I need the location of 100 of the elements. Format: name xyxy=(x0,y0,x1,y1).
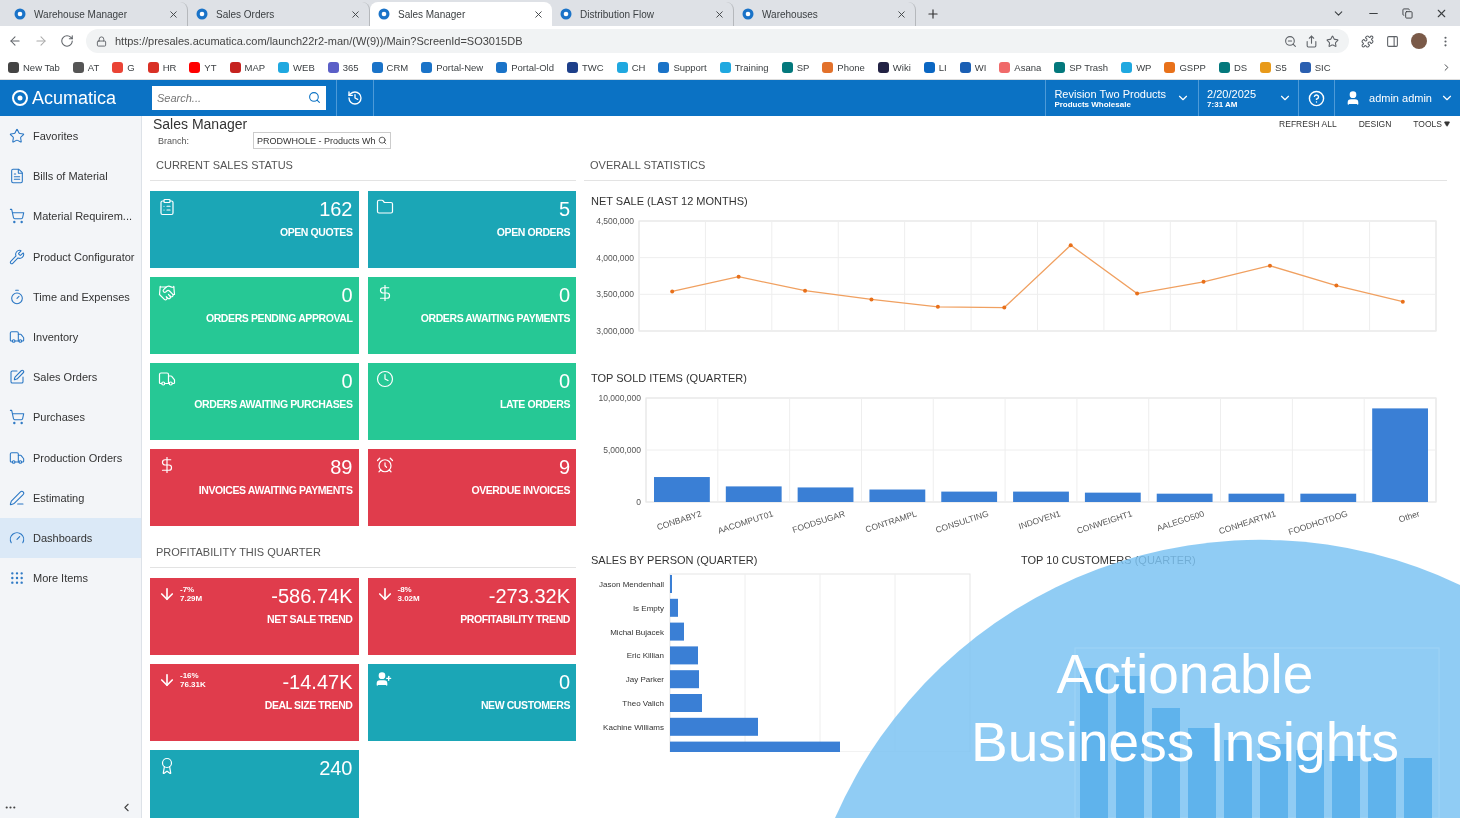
alarm-clock-icon xyxy=(375,456,394,474)
toolbar-action[interactable]: DESIGN xyxy=(1358,119,1392,129)
branch-field[interactable]: PRODWHOLE - Products Wh xyxy=(253,132,392,149)
bar xyxy=(1084,492,1141,502)
extensions-icon[interactable] xyxy=(1361,34,1374,48)
toolbar-action[interactable]: TOOLS xyxy=(1413,119,1450,129)
bar xyxy=(869,489,926,502)
sidebar-item[interactable]: Favorites xyxy=(0,116,141,157)
bookmark[interactable]: 365 xyxy=(327,62,359,73)
kpi-tile[interactable]: -16% 76.31K -14.47K DEAL SIZE TREND xyxy=(150,664,359,741)
address-bar[interactable]: https://presales.acumatica.com/launch22r2-man/(W(9))/Main?ScreenId=SO3015DB xyxy=(86,29,1349,53)
sidebar-item[interactable]: Product Configurator xyxy=(0,236,141,277)
close-icon[interactable] xyxy=(896,8,907,20)
cart-icon xyxy=(9,208,25,225)
user-icon xyxy=(1345,90,1361,106)
browser-tab[interactable]: Sales Manager xyxy=(370,2,552,26)
logo[interactable]: Acumatica xyxy=(0,80,142,116)
truck-icon xyxy=(158,370,176,388)
user-menu[interactable]: admin admin xyxy=(1334,80,1460,116)
toolbar-action[interactable]: REFRESH ALL xyxy=(1279,119,1337,129)
bookmark[interactable]: Training xyxy=(719,62,769,73)
bookmark[interactable]: LI xyxy=(923,62,947,73)
data-point xyxy=(869,297,874,302)
axis-label: 4,000,000 xyxy=(596,252,634,263)
sidebar-item[interactable]: Sales Orders xyxy=(0,357,141,398)
bookmark[interactable]: SP xyxy=(781,62,810,73)
back-icon[interactable] xyxy=(8,34,22,48)
new-tab-icon[interactable] xyxy=(926,7,940,21)
bookmark[interactable]: MAP xyxy=(229,62,266,73)
section-title: PROFITABILITY THIS QUARTER xyxy=(156,545,321,558)
person-label: Jason Mendenhall xyxy=(599,580,664,589)
restore-icon[interactable] xyxy=(1402,8,1413,19)
bookmark[interactable]: CH xyxy=(616,62,646,73)
data-point xyxy=(1068,243,1073,248)
axis-label: 0 xyxy=(636,497,641,507)
chart-title: NET SALE (LAST 12 MONTHS) xyxy=(591,195,748,207)
bookmark[interactable]: YT xyxy=(189,62,217,73)
bookmark[interactable]: SP Trash xyxy=(1054,62,1109,73)
document-icon xyxy=(9,168,25,185)
bookmark[interactable]: Wiki xyxy=(877,62,911,73)
bookmark[interactable]: WI xyxy=(959,62,987,73)
search-field[interactable]: Search... xyxy=(152,86,326,110)
history-icon xyxy=(347,90,363,106)
company-selector[interactable]: Revision Two Products Products Wholesale xyxy=(1045,80,1199,116)
sidebar-item[interactable]: Production Orders xyxy=(0,437,141,478)
kpi-tile[interactable]: -7% 7.29M -586.74K NET SALE TREND xyxy=(150,578,359,655)
bookmark[interactable]: TWC xyxy=(567,62,604,73)
person-label: Jay Parker xyxy=(625,675,664,685)
field-label: Branch: xyxy=(158,135,190,146)
app-logo-icon xyxy=(378,8,390,20)
history-button[interactable] xyxy=(336,80,374,116)
close-icon[interactable] xyxy=(533,8,544,20)
grid-icon xyxy=(9,570,25,587)
bookmark[interactable]: Phone xyxy=(822,62,865,73)
kpi-tile[interactable]: -8% 3.02M -273.32K PROFITABILITY TREND xyxy=(367,578,576,655)
search-icon[interactable] xyxy=(308,91,321,104)
bookmark[interactable]: DS xyxy=(1218,62,1248,73)
sidebar-item[interactable]: Time and Expenses xyxy=(0,276,141,317)
axis-label: 5,000,000 xyxy=(603,445,641,455)
zoom-out-icon[interactable] xyxy=(1284,34,1297,48)
bookmark[interactable]: G xyxy=(112,62,135,73)
bookmark[interactable]: GSPP xyxy=(1164,62,1206,73)
close-icon[interactable] xyxy=(1435,7,1448,20)
bookmark[interactable]: CRM xyxy=(371,62,409,73)
sidebar-item[interactable]: More Items xyxy=(0,558,141,599)
side-panel-icon[interactable] xyxy=(1386,34,1399,48)
bookmark[interactable]: SIC xyxy=(1299,62,1331,73)
sidebar-item[interactable]: Purchases xyxy=(0,397,141,438)
bookmark[interactable]: WEB xyxy=(278,62,315,73)
bookmark[interactable]: Portal-Old xyxy=(496,62,554,73)
bookmark[interactable]: Portal-New xyxy=(421,62,484,73)
kpi-tile[interactable]: 89 INVOICES AWAITING PAYMENTS xyxy=(150,449,359,526)
bookmark[interactable]: New Tab xyxy=(8,62,60,73)
sidebar-item[interactable]: Bills of Material xyxy=(0,156,141,197)
sidebar-item[interactable]: Dashboards xyxy=(0,517,141,559)
sidebar-item[interactable]: Estimating xyxy=(0,477,141,518)
data-point xyxy=(1135,291,1140,296)
bookmark[interactable]: S5 xyxy=(1260,62,1287,73)
reload-icon[interactable] xyxy=(60,34,74,48)
close-icon[interactable] xyxy=(714,8,725,20)
bookmark[interactable]: WP xyxy=(1121,62,1152,73)
bookmark[interactable]: Support xyxy=(658,62,707,73)
person-label: Is Empty xyxy=(632,603,664,613)
avatar[interactable] xyxy=(1411,33,1427,49)
kpi-tile[interactable]: 9 OVERDUE INVOICES xyxy=(367,449,576,526)
data-point xyxy=(1334,283,1339,288)
star-icon[interactable] xyxy=(1326,34,1339,48)
sidebar-item[interactable]: Material Requirem... xyxy=(0,196,141,237)
close-icon[interactable] xyxy=(168,8,179,20)
bookmark[interactable]: Asana xyxy=(999,62,1042,73)
share-icon[interactable] xyxy=(1305,34,1318,48)
bookmark[interactable]: HR xyxy=(147,62,177,73)
bar xyxy=(725,486,782,502)
close-icon[interactable] xyxy=(350,8,361,20)
bar xyxy=(1228,493,1285,502)
axis-label: 3,500,000 xyxy=(596,289,634,300)
search-icon[interactable] xyxy=(378,136,388,145)
bookmark[interactable]: AT xyxy=(72,62,100,73)
sidebar-item[interactable]: Inventory xyxy=(0,316,141,358)
date-selector[interactable]: 2/20/2025 7:31 AM xyxy=(1198,80,1298,116)
